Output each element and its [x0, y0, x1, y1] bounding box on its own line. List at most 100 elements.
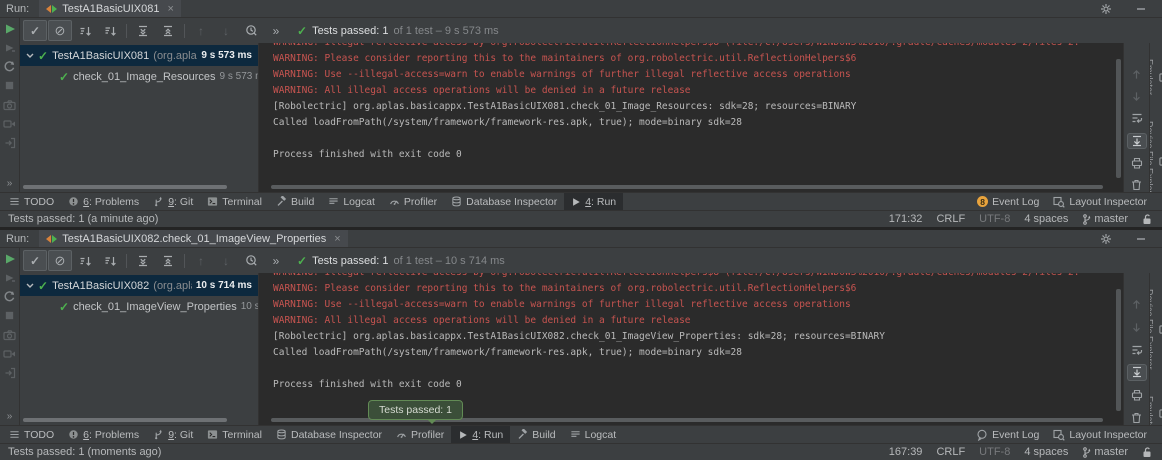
- gear-icon[interactable]: [1100, 3, 1112, 15]
- side-tab-device-file-explorer[interactable]: Device File Explorer: [1149, 289, 1162, 370]
- status-message[interactable]: Tests passed: 1 (moments ago): [8, 446, 161, 458]
- scroll-down-button[interactable]: [1128, 320, 1146, 335]
- show-ignored-toggle[interactable]: [48, 250, 72, 271]
- rerun-failed-tests-button[interactable]: [3, 41, 17, 54]
- next-failed-test-button[interactable]: [214, 20, 238, 41]
- hide-stripes-chevron-icon[interactable]: [7, 411, 13, 422]
- gear-icon[interactable]: [1100, 233, 1112, 245]
- file-encoding[interactable]: UTF-8: [979, 213, 1010, 225]
- toolwindow-button-9-git[interactable]: 9: Git: [146, 193, 200, 210]
- test-history-button[interactable]: [239, 250, 263, 271]
- stop-button[interactable]: [3, 309, 17, 322]
- toolwindow-button-profiler[interactable]: Profiler: [382, 193, 444, 210]
- toolwindow-button-9-git[interactable]: 9: Git: [146, 426, 200, 443]
- previous-failed-test-button[interactable]: [189, 20, 213, 41]
- minimize-icon[interactable]: [1136, 4, 1146, 14]
- more-options-chevron-icon[interactable]: [264, 250, 288, 271]
- toolwindow-button-terminal[interactable]: Terminal: [200, 193, 269, 210]
- more-options-chevron-icon[interactable]: [264, 20, 288, 41]
- toolwindow-button-4-run[interactable]: 4: Run: [564, 193, 623, 210]
- test-tree-row-case[interactable]: check_01_Image_Resources 9 s 573 ms: [20, 66, 258, 87]
- caret-position[interactable]: 171:32: [889, 213, 923, 225]
- scroll-to-end-button[interactable]: [1128, 134, 1146, 148]
- close-tab-icon[interactable]: ×: [167, 3, 173, 15]
- toolwindow-button-build[interactable]: Build: [269, 193, 321, 210]
- soft-wrap-button[interactable]: [1128, 342, 1146, 357]
- show-ignored-toggle[interactable]: [48, 20, 72, 41]
- sort-alphabetically-button[interactable]: [73, 250, 97, 271]
- side-tab-emulator[interactable]: Emulator: [1149, 396, 1162, 425]
- console-vertical-scrollbar[interactable]: [1116, 59, 1121, 178]
- toolwindow-button-logcat[interactable]: Logcat: [321, 193, 382, 210]
- soft-wrap-button[interactable]: [1128, 111, 1146, 125]
- toolwindow-button-6-problems[interactable]: 6: Problems: [61, 193, 146, 210]
- collapse-all-button[interactable]: [156, 20, 180, 41]
- toolwindow-button-database-inspector[interactable]: Database Inspector: [444, 193, 564, 210]
- unlock-icon[interactable]: [1142, 447, 1152, 458]
- layout-inspector-button[interactable]: Layout Inspector: [1046, 193, 1154, 210]
- hide-stripes-chevron-icon[interactable]: [7, 178, 13, 189]
- rerun-tests-button[interactable]: [3, 252, 17, 265]
- toolwindow-button-profiler[interactable]: Profiler: [389, 426, 451, 443]
- attach-to-process-button[interactable]: [3, 366, 17, 379]
- collapse-all-button[interactable]: [156, 250, 180, 271]
- run-tab[interactable]: TestA1BasicUIX081 ×: [39, 0, 181, 17]
- layout-inspector-button[interactable]: Layout Inspector: [1046, 426, 1154, 443]
- rerun-tests-button[interactable]: [3, 22, 17, 35]
- console-horizontal-scrollbar[interactable]: [271, 185, 1103, 189]
- clear-console-button[interactable]: [1128, 410, 1146, 425]
- scroll-down-button[interactable]: [1128, 89, 1146, 103]
- attach-to-process-button[interactable]: [3, 136, 17, 149]
- toolwindow-button-4-run[interactable]: 4: Run: [451, 426, 510, 443]
- stop-button[interactable]: [3, 79, 17, 92]
- tree-horizontal-scrollbar[interactable]: [23, 185, 227, 189]
- tree-horizontal-scrollbar[interactable]: [23, 418, 227, 422]
- indent-style[interactable]: 4 spaces: [1024, 446, 1068, 458]
- scroll-up-button[interactable]: [1128, 67, 1146, 81]
- git-branch[interactable]: master: [1082, 213, 1128, 225]
- clear-console-button[interactable]: [1128, 178, 1146, 192]
- expand-all-button[interactable]: [131, 250, 155, 271]
- rerun-failed-tests-button[interactable]: [3, 271, 17, 284]
- chevron-down-icon[interactable]: [26, 53, 34, 59]
- toolwindow-button-todo[interactable]: TODO: [2, 193, 61, 210]
- test-history-button[interactable]: [239, 20, 263, 41]
- toolwindow-button-todo[interactable]: TODO: [2, 426, 61, 443]
- sort-by-duration-button[interactable]: [98, 20, 122, 41]
- show-passed-toggle[interactable]: [23, 20, 47, 41]
- unlock-icon[interactable]: [1142, 214, 1152, 225]
- toggle-auto-test-button[interactable]: [3, 60, 17, 73]
- screen-record-button[interactable]: [3, 117, 17, 130]
- side-tab-device-file-explorer[interactable]: Device File Explorer: [1149, 121, 1162, 192]
- file-encoding[interactable]: UTF-8: [979, 446, 1010, 458]
- event-log-button[interactable]: Event Log: [969, 426, 1046, 443]
- expand-all-button[interactable]: [131, 20, 155, 41]
- console-vertical-scrollbar[interactable]: [1116, 289, 1121, 411]
- screenshot-button[interactable]: [3, 328, 17, 341]
- line-separator[interactable]: CRLF: [936, 446, 965, 458]
- status-message[interactable]: Tests passed: 1 (a minute ago): [8, 213, 158, 225]
- screen-record-button[interactable]: [3, 347, 17, 360]
- caret-position[interactable]: 167:39: [889, 446, 923, 458]
- scroll-to-end-button[interactable]: [1128, 365, 1146, 380]
- sort-by-duration-button[interactable]: [98, 250, 122, 271]
- toggle-auto-test-button[interactable]: [3, 290, 17, 303]
- minimize-icon[interactable]: [1136, 234, 1146, 244]
- test-tree-row-root[interactable]: TestA1BasicUIX082 (org.aplas.basica 10 s…: [20, 275, 258, 296]
- scroll-up-button[interactable]: [1128, 297, 1146, 312]
- indent-style[interactable]: 4 spaces: [1024, 213, 1068, 225]
- git-branch[interactable]: master: [1082, 446, 1128, 458]
- print-button[interactable]: [1128, 388, 1146, 403]
- close-tab-icon[interactable]: ×: [334, 233, 340, 245]
- next-failed-test-button[interactable]: [214, 250, 238, 271]
- run-tab[interactable]: TestA1BasicUIX082.check_01_ImageView_Pro…: [39, 230, 347, 247]
- test-tree-row-case[interactable]: check_01_ImageView_Properties 10 s 714 m…: [20, 296, 258, 317]
- sort-alphabetically-button[interactable]: [73, 20, 97, 41]
- show-passed-toggle[interactable]: [23, 250, 47, 271]
- toolwindow-button-logcat[interactable]: Logcat: [563, 426, 624, 443]
- toolwindow-button-terminal[interactable]: Terminal: [200, 426, 269, 443]
- toolwindow-button-6-problems[interactable]: 6: Problems: [61, 426, 146, 443]
- toolwindow-button-build[interactable]: Build: [510, 426, 562, 443]
- toolwindow-button-database-inspector[interactable]: Database Inspector: [269, 426, 389, 443]
- chevron-down-icon[interactable]: [26, 283, 34, 289]
